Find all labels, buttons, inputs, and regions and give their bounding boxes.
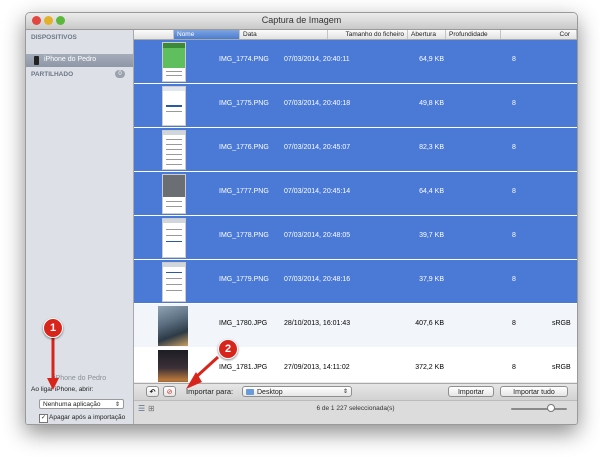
table-row[interactable]: IMG_1781.JPG 27/09/2013, 14:11:02 372,2 … [134,348,577,382]
import-toolbar: ↶ ⊘ Importar para: Desktop ⇕ Importar Im… [134,383,577,400]
file-date: 28/10/2013, 16:01:43 [284,320,351,327]
file-date: 07/03/2014, 20:48:16 [284,276,351,283]
status-bar: ☰ ⊞ 6 de 1 227 seleccionada(s) [134,400,577,424]
callout-2-badge: 2 [218,339,238,359]
delete-after-import-label: Apagar após a importação [49,414,126,421]
slider-knob[interactable] [547,404,555,412]
column-thumb[interactable] [134,30,174,39]
table-row[interactable]: IMG_1774.PNG 07/03/2014, 20:40:11 64,9 K… [134,40,577,84]
window-title: Captura de Imagem [261,15,342,25]
file-size: 82,3 KB [419,144,444,151]
table-row[interactable]: IMG_1778.PNG 07/03/2014, 20:48:05 39,7 K… [134,216,577,260]
file-date: 07/03/2014, 20:48:05 [284,232,351,239]
column-color[interactable]: Cor [501,30,577,39]
thumbnail-size-slider[interactable] [511,404,567,412]
delete-button[interactable]: ⊘ [163,386,176,397]
shared-count-badge: 0 [115,70,125,78]
file-date: 07/03/2014, 20:45:07 [284,144,351,151]
file-name: IMG_1777.PNG [219,188,269,195]
file-date: 07/03/2014, 20:40:11 [284,56,350,63]
file-date: 07/03/2014, 20:40:18 [284,100,351,107]
file-size: 64,9 KB [419,56,444,63]
file-depth: 8 [512,276,516,283]
title-bar: Captura de Imagem [26,13,577,30]
thumbnail [162,218,186,258]
delete-after-import-checkbox[interactable]: ✓ [39,414,48,423]
image-list: IMG_1774.PNG 07/03/2014, 20:40:11 64,9 K… [134,40,577,382]
thumbnail [158,350,188,382]
shared-header: PARTILHADO [31,71,74,78]
column-header: Nome Data Tamanho do ficheiro Abertura P… [134,30,577,40]
file-size: 37,9 KB [419,276,444,283]
no-entry-icon: ⊘ [166,389,173,396]
file-depth: 8 [512,364,516,371]
table-row[interactable]: IMG_1777.PNG 07/03/2014, 20:45:14 64,4 K… [134,172,577,216]
select-arrows-icon: ⇕ [342,389,348,395]
file-size: 39,7 KB [419,232,444,239]
file-color: sRGB [552,320,571,327]
open-app-select[interactable]: Nenhuma aplicação ⇕ [39,399,124,409]
thumbnail [162,130,186,170]
iphone-icon [34,56,39,65]
sidebar-item-iphone[interactable]: iPhone do Pedro [26,54,133,67]
table-row[interactable]: IMG_1776.PNG 07/03/2014, 20:45:07 82,3 K… [134,128,577,172]
file-date: 07/03/2014, 20:45:14 [284,188,351,195]
file-depth: 8 [512,56,516,63]
file-depth: 8 [512,144,516,151]
table-row[interactable]: IMG_1775.PNG 07/03/2014, 20:40:18 49,8 K… [134,84,577,128]
thumbnail [158,306,188,346]
file-depth: 8 [512,100,516,107]
file-name: IMG_1779.PNG [219,276,269,283]
device-panel-title: iPhone do Pedro [54,375,107,382]
open-app-value: Nenhuma aplicação [43,401,101,408]
device-name: iPhone do Pedro [44,56,97,63]
file-depth: 8 [512,232,516,239]
file-name: IMG_1774.PNG [219,56,269,63]
table-row[interactable]: IMG_1780.JPG 28/10/2013, 16:01:43 407,6 … [134,304,577,348]
import-to-label: Importar para: [186,387,234,396]
select-arrows-icon: ⇕ [114,402,120,408]
file-size: 49,8 KB [419,100,444,107]
file-size: 64,4 KB [419,188,444,195]
destination-value: Desktop [257,389,283,396]
devices-header: DISPOSITIVOS [31,34,77,41]
destination-select[interactable]: Desktop ⇕ [242,386,352,397]
import-button[interactable]: Importar [448,386,494,397]
file-date: 27/09/2013, 14:11:02 [284,364,350,371]
file-depth: 8 [512,320,516,327]
open-app-label: Ao ligar iPhone, abrir: [31,386,94,393]
image-capture-window: Captura de Imagem DISPOSITIVOS iPhone do… [25,12,578,425]
file-name: IMG_1781.JPG [219,364,268,371]
import-all-button[interactable]: Importar tudo [500,386,568,397]
sidebar: DISPOSITIVOS iPhone do Pedro PARTILHADO … [26,30,134,424]
thumbnail [162,262,186,302]
thumbnail [162,42,186,82]
file-color: sRGB [552,364,571,371]
file-size: 407,6 KB [415,320,444,327]
column-aperture[interactable]: Abertura [408,30,446,39]
file-depth: 8 [512,188,516,195]
column-date[interactable]: Data [240,30,328,39]
callout-1-badge: 1 [43,318,63,338]
column-size[interactable]: Tamanho do ficheiro [328,30,408,39]
rotate-left-button[interactable]: ↶ [146,386,159,397]
file-name: IMG_1775.PNG [219,100,269,107]
file-size: 372,2 KB [415,364,444,371]
folder-icon [246,389,254,395]
file-name: IMG_1780.JPG [219,320,268,327]
file-name: IMG_1778.PNG [219,232,269,239]
column-name[interactable]: Nome [174,30,240,39]
rotate-left-icon: ↶ [149,389,156,396]
thumbnail [162,86,186,126]
table-row[interactable]: IMG_1779.PNG 07/03/2014, 20:48:16 37,9 K… [134,260,577,304]
thumbnail [162,174,186,214]
file-name: IMG_1776.PNG [219,144,269,151]
column-depth[interactable]: Profundidade [446,30,501,39]
